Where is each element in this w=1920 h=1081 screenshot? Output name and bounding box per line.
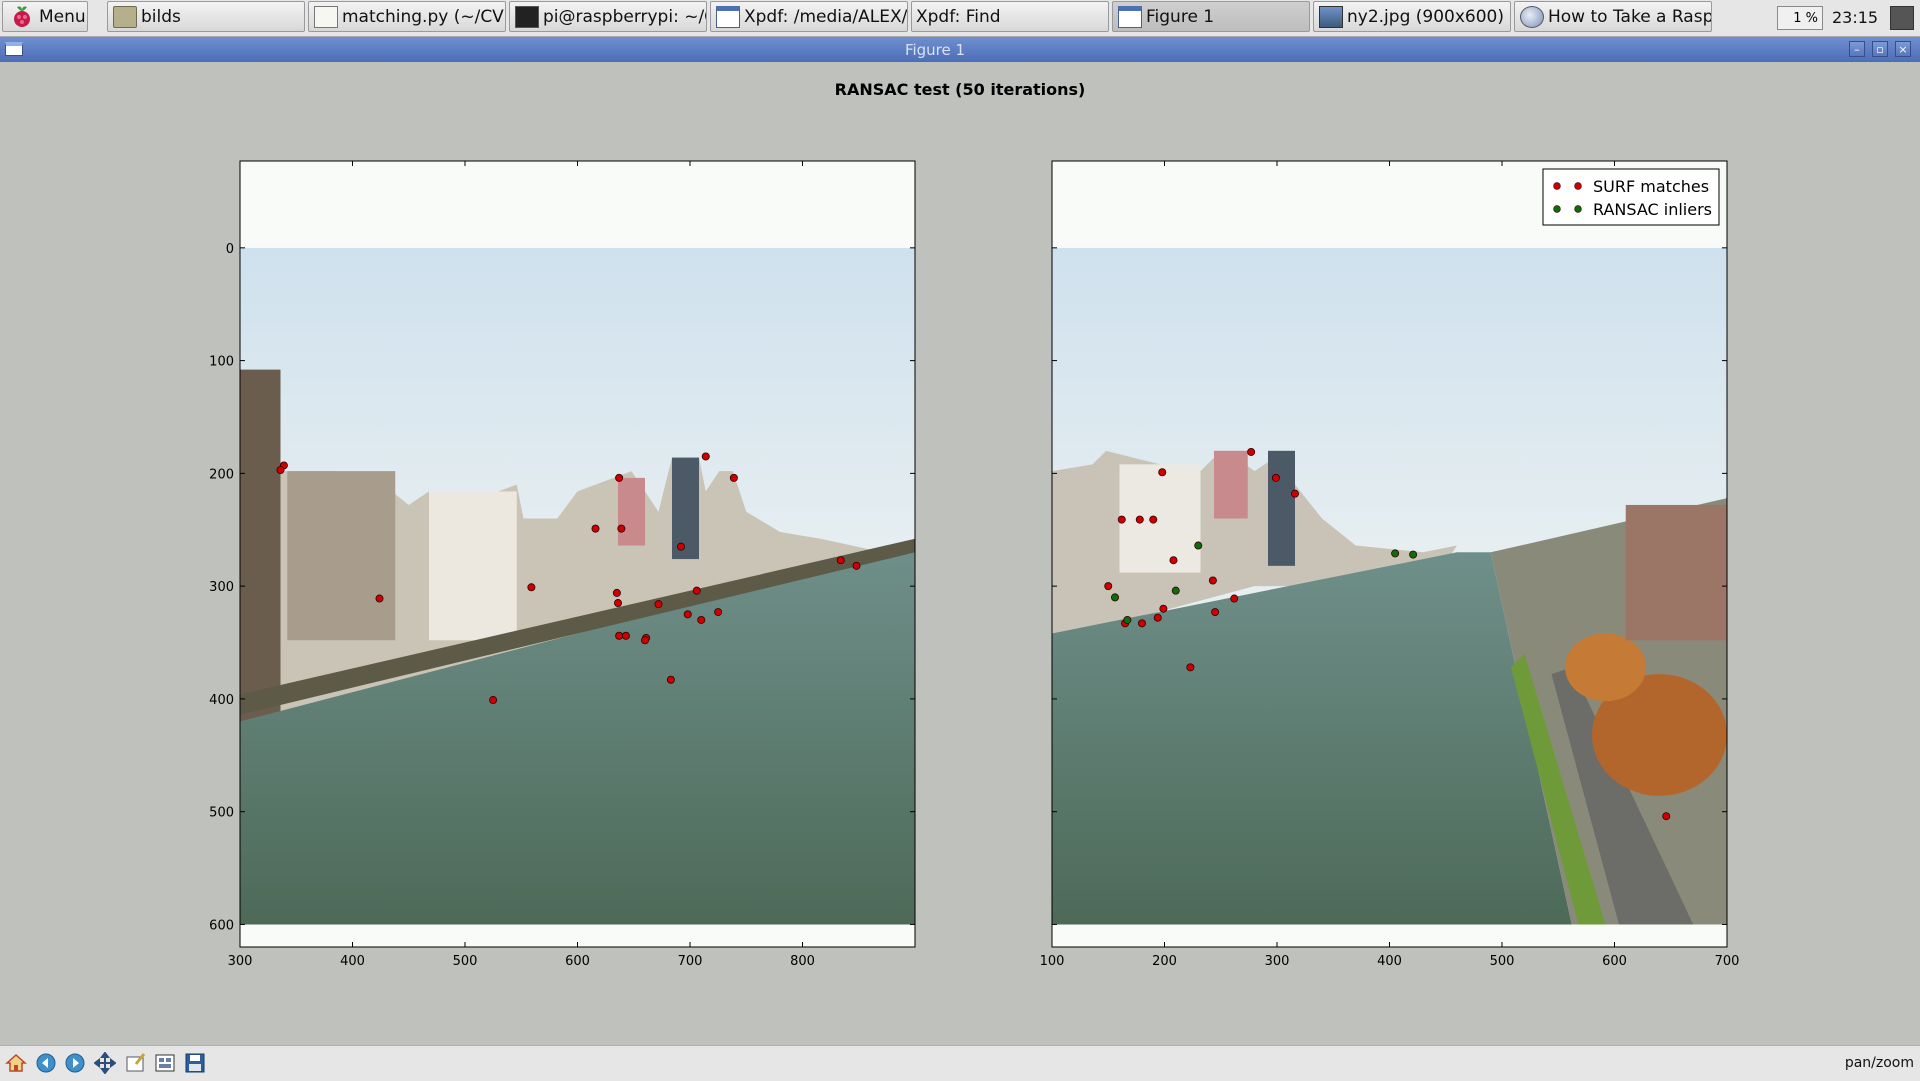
data-point <box>1230 594 1239 603</box>
building <box>672 457 699 560</box>
data-point <box>1138 619 1147 628</box>
building <box>618 477 645 546</box>
data-point <box>614 599 623 608</box>
data-point <box>375 594 384 603</box>
data-point <box>276 465 285 474</box>
data-point <box>641 636 650 645</box>
data-point <box>1111 593 1120 602</box>
navigation-toolbar: pan/zoom <box>0 1045 1920 1081</box>
forward-icon[interactable] <box>63 1051 87 1075</box>
subplots-icon[interactable] <box>153 1051 177 1075</box>
x-tick-label: 500 <box>453 954 478 969</box>
x-tick-label: 800 <box>790 954 815 969</box>
data-point <box>1409 550 1418 559</box>
back-icon[interactable] <box>34 1051 58 1075</box>
data-point <box>852 561 861 570</box>
data-point <box>1153 613 1162 622</box>
data-point <box>1158 468 1167 477</box>
legend-marker <box>1553 205 1561 213</box>
y-tick-label: 200 <box>209 467 234 482</box>
data-point <box>836 556 845 565</box>
data-point <box>591 524 600 533</box>
data-point <box>692 586 701 595</box>
building <box>429 491 517 641</box>
toolbar-status: pan/zoom <box>1844 1055 1914 1071</box>
x-tick-label: 500 <box>1490 954 1515 969</box>
save-icon[interactable] <box>183 1051 207 1075</box>
x-tick-label: 300 <box>228 954 253 969</box>
x-tick-label: 100 <box>1040 954 1065 969</box>
x-tick-label: 600 <box>1602 954 1627 969</box>
data-point <box>1104 582 1113 591</box>
y-tick-label: 400 <box>209 693 234 708</box>
data-point <box>666 675 675 684</box>
data-point <box>1149 515 1158 524</box>
background-photo <box>240 247 915 925</box>
tall-building <box>240 369 281 722</box>
data-point <box>527 583 536 592</box>
legend: SURF matches RANSAC inliers <box>1542 168 1720 226</box>
y-tick-label: 300 <box>209 580 234 595</box>
data-point <box>615 473 624 482</box>
data-point <box>654 600 663 609</box>
data-point <box>714 608 723 617</box>
x-tick-label: 700 <box>678 954 703 969</box>
data-point <box>1123 615 1132 624</box>
y-tick-label: 500 <box>209 806 234 821</box>
data-point <box>1186 663 1195 672</box>
data-point <box>1208 576 1217 585</box>
data-point <box>697 615 706 624</box>
x-tick-label: 400 <box>340 954 365 969</box>
legend-marker <box>1574 182 1582 190</box>
data-point <box>617 524 626 533</box>
legend-label: SURF matches <box>1593 177 1709 196</box>
data-point <box>489 696 498 705</box>
home-icon[interactable] <box>4 1051 28 1075</box>
data-point <box>1271 473 1280 482</box>
zoom-icon[interactable] <box>123 1051 147 1075</box>
data-point <box>1169 556 1178 565</box>
building <box>1119 464 1201 573</box>
data-point <box>1135 515 1144 524</box>
y-tick-label: 600 <box>209 918 234 933</box>
data-point <box>729 473 738 482</box>
data-point <box>1391 549 1400 558</box>
legend-marker <box>1574 205 1582 213</box>
data-point <box>1194 541 1203 550</box>
y-tick-label: 100 <box>209 355 234 370</box>
data-point <box>683 610 692 619</box>
data-point <box>612 588 621 597</box>
legend-label: RANSAC inliers <box>1593 200 1712 219</box>
axes-left[interactable]: 300 400 500 600 700 800 0 100 200 300 400 500 600 <box>209 160 916 969</box>
background-photo <box>1052 247 1727 925</box>
data-point <box>1211 608 1220 617</box>
data-point <box>1171 586 1180 595</box>
autumn-trees <box>1565 633 1646 702</box>
x-tick-label: 200 <box>1152 954 1177 969</box>
x-tick-label: 300 <box>1265 954 1290 969</box>
data-point <box>621 631 630 640</box>
axes-right[interactable]: 100 200 300 400 500 600 700 SURF matches RANSAC … <box>1040 160 1740 969</box>
data-point <box>1247 447 1256 456</box>
data-point <box>1662 812 1671 821</box>
data-point <box>1159 604 1168 613</box>
building <box>1268 450 1295 566</box>
building <box>1214 450 1248 519</box>
pan-icon[interactable] <box>93 1051 117 1075</box>
x-tick-label: 700 <box>1715 954 1740 969</box>
x-tick-label: 600 <box>565 954 590 969</box>
data-point <box>1117 515 1126 524</box>
legend-marker <box>1553 182 1561 190</box>
y-tick-label: 0 <box>226 242 234 257</box>
x-tick-label: 400 <box>1377 954 1402 969</box>
building <box>287 471 396 641</box>
data-point <box>677 542 686 551</box>
data-point <box>615 631 624 640</box>
plots-svg: 300 400 500 600 700 800 0 100 200 300 400 500 600 10… <box>209 160 1740 969</box>
building <box>1625 504 1727 641</box>
data-point <box>1291 489 1300 498</box>
data-point <box>701 452 710 461</box>
